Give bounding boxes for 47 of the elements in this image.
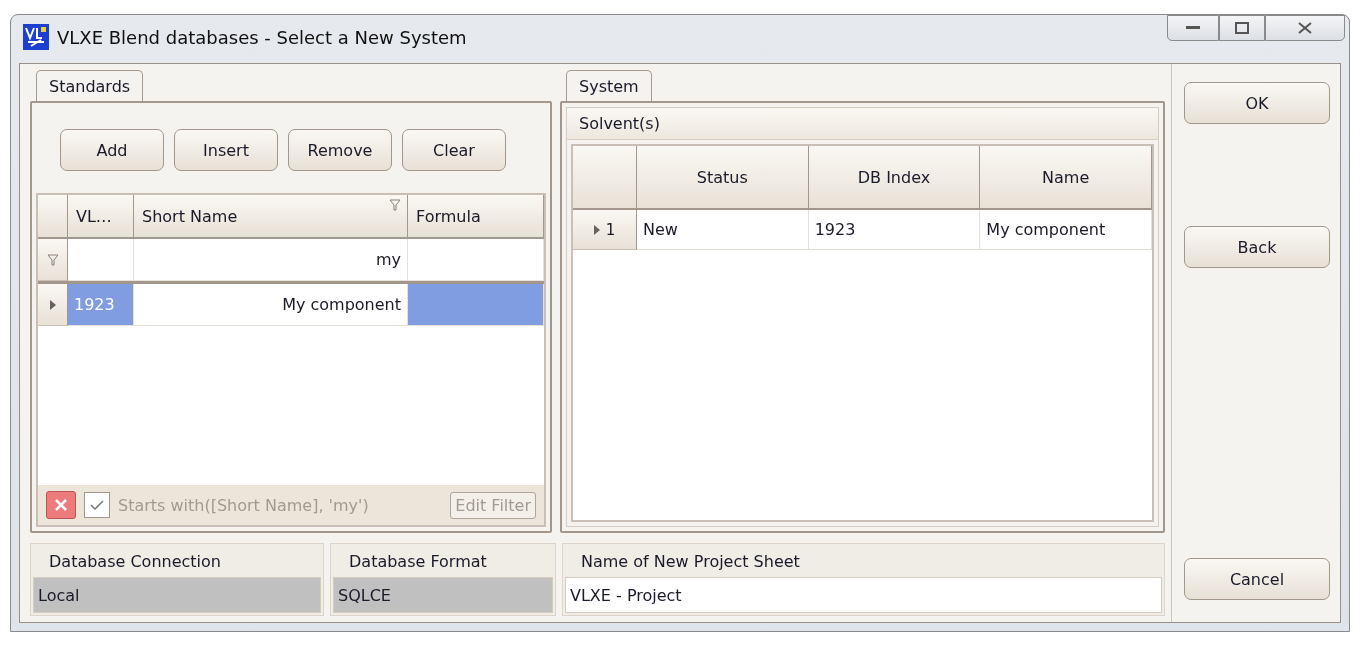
app-logo-icon [23, 24, 49, 50]
maximize-button[interactable] [1219, 15, 1265, 41]
filter-cell[interactable] [68, 239, 134, 281]
table-cell: 1923 [808, 210, 981, 250]
checkmark-icon [90, 499, 104, 511]
row-pointer-icon [49, 299, 56, 310]
table-cell: My component [134, 284, 408, 326]
column-header[interactable]: DB Index [808, 146, 981, 210]
column-header[interactable]: VL… [68, 195, 134, 239]
row-pointer-icon [593, 224, 600, 235]
system-tab[interactable]: System [566, 70, 652, 101]
table-cell: New [637, 210, 809, 250]
close-icon [55, 499, 67, 511]
column-header[interactable]: Formula [408, 195, 544, 239]
table-cell: 1923 [68, 284, 134, 326]
filter-cell[interactable] [408, 239, 544, 281]
table-cell: My component [980, 210, 1152, 250]
column-header[interactable]: Short Name [134, 195, 408, 239]
field-label: Database Format [348, 551, 488, 573]
clear-filter-button[interactable] [46, 491, 76, 519]
column-header[interactable]: Status [637, 146, 809, 210]
maximize-icon [1235, 22, 1249, 34]
toolbar-button[interactable]: Insert [174, 129, 278, 171]
close-icon [1297, 22, 1313, 34]
minimize-icon [1186, 26, 1200, 30]
column-header[interactable]: Name [980, 146, 1152, 210]
field-label: Database Connection [48, 551, 222, 573]
close-button[interactable] [1265, 15, 1345, 41]
standards-tab[interactable]: Standards [36, 70, 144, 101]
funnel-icon [46, 253, 59, 266]
minimize-button[interactable] [1167, 15, 1219, 41]
filter-expression: Starts with([Short Name], 'my') [118, 495, 370, 515]
input-field[interactable]: VLXE - Project [565, 577, 1162, 613]
dialog-button[interactable]: OK [1184, 82, 1330, 124]
dialog-button[interactable]: Cancel [1184, 558, 1330, 600]
filter-cell[interactable]: my [134, 239, 408, 281]
toolbar-button[interactable]: Clear [402, 129, 506, 171]
row-number: 1 [605, 220, 616, 239]
field-label: Name of New Project Sheet [580, 551, 801, 573]
group-header: Solvent(s) [567, 108, 1158, 140]
dialog-button[interactable]: Back [1184, 226, 1330, 268]
filter-checkbox[interactable] [84, 492, 110, 518]
toolbar-button[interactable]: Remove [288, 129, 392, 171]
input-field[interactable]: SQLCE [333, 577, 553, 613]
toolbar-button[interactable]: Add [60, 129, 164, 171]
window-title: VLXE Blend databases - Select a New System [57, 26, 468, 48]
input-field[interactable]: Local [33, 577, 321, 613]
